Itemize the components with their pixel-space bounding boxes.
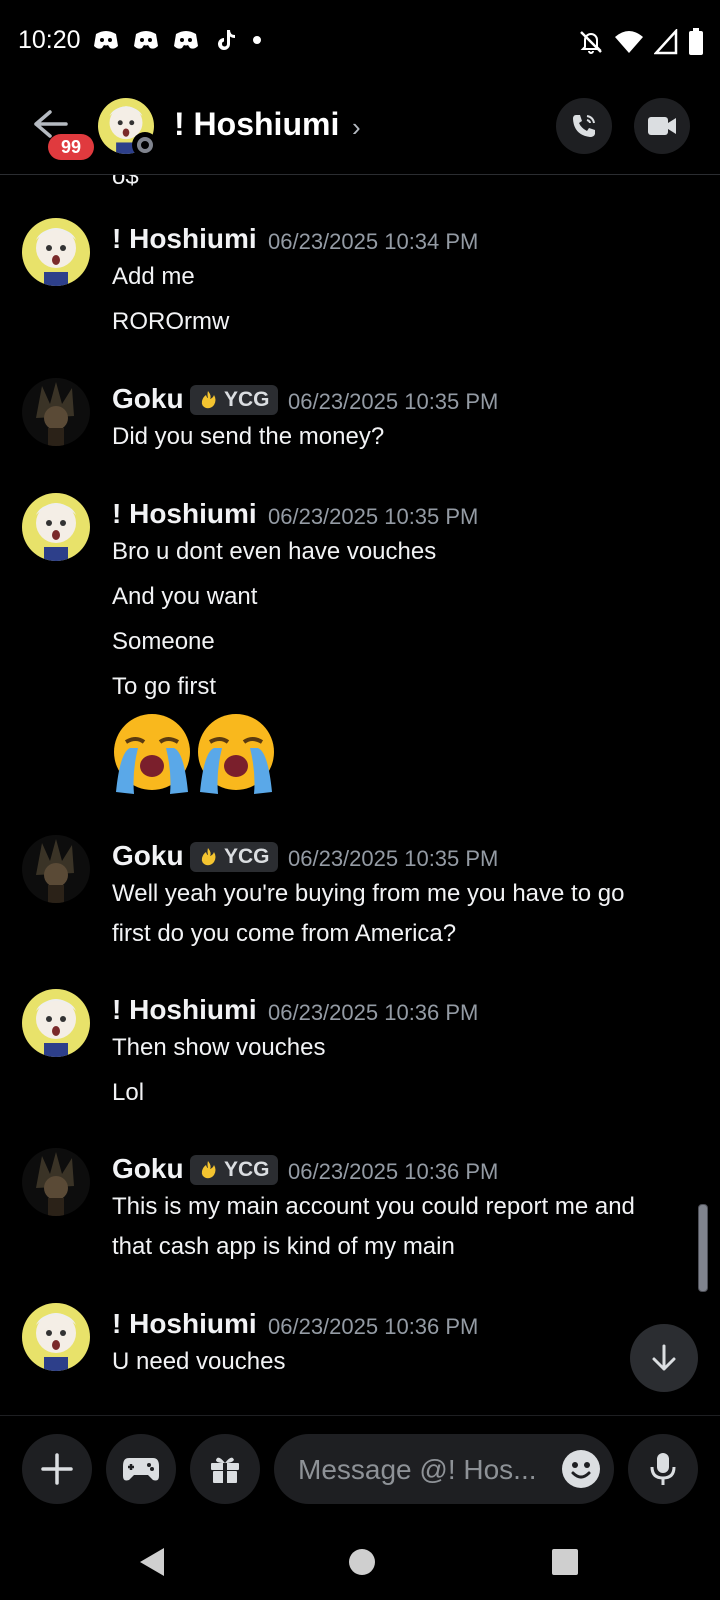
system-navigation-bar bbox=[0, 1525, 720, 1600]
page-title[interactable]: ! Hoshiumi bbox=[174, 106, 339, 143]
emoji-icon bbox=[571, 1462, 591, 1479]
message-text: that cash app is kind of my main bbox=[112, 1233, 455, 1260]
loudly-crying-face-emoji[interactable] bbox=[110, 712, 194, 796]
status-bar: 10:20 bbox=[0, 0, 720, 88]
avatar[interactable] bbox=[22, 378, 90, 446]
nav-recents-icon[interactable] bbox=[550, 1545, 580, 1579]
battery-icon bbox=[689, 28, 703, 55]
unread-badge: 99 bbox=[48, 134, 94, 160]
status-indicator bbox=[132, 132, 158, 158]
timestamp: 06/23/2025 10:35 PM bbox=[268, 504, 479, 529]
scrollbar-thumb[interactable] bbox=[698, 1204, 708, 1292]
nav-back-icon[interactable] bbox=[136, 1545, 168, 1579]
discord-notification-icon bbox=[134, 31, 158, 49]
message-text: Then show vouches bbox=[112, 1034, 326, 1061]
microphone-icon bbox=[650, 1453, 676, 1485]
fire-icon bbox=[201, 391, 216, 409]
timestamp: 06/23/2025 10:36 PM bbox=[288, 1159, 499, 1184]
timestamp: 06/23/2025 10:34 PM bbox=[268, 229, 479, 254]
author-name[interactable]: Goku bbox=[112, 383, 184, 415]
avatar[interactable] bbox=[22, 493, 90, 561]
bell-off-icon bbox=[580, 31, 602, 54]
voice-message-button[interactable] bbox=[628, 1434, 698, 1504]
server-tag-label: YCG bbox=[224, 388, 270, 411]
chat-header: 99 ! Hoshiumi › bbox=[0, 88, 720, 175]
message-text: Add me bbox=[112, 263, 195, 290]
avatar[interactable] bbox=[22, 989, 90, 1057]
emoji-picker-button[interactable] bbox=[562, 1450, 600, 1488]
activities-button[interactable] bbox=[106, 1434, 176, 1504]
server-tag[interactable]: YCG bbox=[190, 385, 278, 415]
avatar[interactable] bbox=[22, 1303, 90, 1371]
discord-notification-icon bbox=[174, 31, 198, 49]
avatar[interactable] bbox=[22, 218, 90, 286]
message-text: To go first bbox=[112, 673, 217, 700]
message-text: Well yeah you're buying from me you have… bbox=[112, 880, 625, 907]
message-composer bbox=[0, 1415, 720, 1526]
video-camera-icon bbox=[648, 117, 676, 135]
jump-to-present-button[interactable] bbox=[630, 1324, 698, 1392]
arrow-down-icon bbox=[652, 1344, 676, 1371]
author-name[interactable]: ! Hoshiumi bbox=[112, 1308, 257, 1340]
add-attachment-button[interactable] bbox=[22, 1434, 92, 1504]
timestamp: 06/23/2025 10:36 PM bbox=[268, 1000, 479, 1025]
author-name[interactable]: ! Hoshiumi bbox=[112, 498, 257, 530]
message-list: o$ ! Hoshiumi 06/23/2025 10:34 PM Add me… bbox=[0, 175, 720, 1415]
more-notifications-dot-icon bbox=[253, 36, 261, 44]
wifi-icon bbox=[615, 31, 643, 53]
video-call-button[interactable] bbox=[634, 98, 690, 154]
nav-home-icon[interactable] bbox=[346, 1545, 378, 1579]
server-tag-label: YCG bbox=[224, 1158, 270, 1181]
fire-icon bbox=[201, 848, 216, 866]
author-name[interactable]: ! Hoshiumi bbox=[112, 223, 257, 255]
message-text: ROROrmw bbox=[112, 308, 230, 335]
message-input-container[interactable] bbox=[274, 1434, 614, 1506]
plus-icon bbox=[41, 1453, 73, 1485]
gift-icon bbox=[211, 1457, 239, 1483]
tiktok-icon bbox=[218, 30, 235, 50]
timestamp: 06/23/2025 10:35 PM bbox=[288, 846, 499, 871]
message-text: Lol bbox=[112, 1079, 145, 1106]
message-text: And you want bbox=[112, 583, 258, 610]
message-text: This is my main account you could report… bbox=[112, 1193, 635, 1220]
message-text: Bro u dont even have vouches bbox=[112, 538, 437, 565]
cellular-signal-icon bbox=[654, 29, 678, 55]
message-input[interactable] bbox=[296, 1434, 550, 1506]
server-tag[interactable]: YCG bbox=[190, 842, 278, 872]
message-text: first do you come from America? bbox=[112, 920, 457, 947]
author-name[interactable]: ! Hoshiumi bbox=[112, 994, 257, 1026]
discord-notification-icon bbox=[94, 31, 118, 49]
server-tag[interactable]: YCG bbox=[190, 1155, 278, 1185]
timestamp: 06/23/2025 10:36 PM bbox=[268, 1314, 479, 1339]
author-name[interactable]: Goku bbox=[112, 840, 184, 872]
voice-call-button[interactable] bbox=[556, 98, 612, 154]
message-text: U need vouches bbox=[112, 1348, 286, 1375]
loudly-crying-face-emoji[interactable] bbox=[194, 712, 278, 796]
fire-icon bbox=[201, 1161, 216, 1179]
message-text: Someone bbox=[112, 628, 215, 655]
timestamp: 06/23/2025 10:35 PM bbox=[288, 389, 499, 414]
server-tag-label: YCG bbox=[224, 845, 270, 868]
cut-off-message-text: o$ bbox=[112, 175, 139, 190]
avatar[interactable] bbox=[22, 835, 90, 903]
chevron-right-icon[interactable]: › bbox=[352, 112, 361, 143]
phone-icon bbox=[573, 115, 595, 137]
gift-button[interactable] bbox=[190, 1434, 260, 1504]
status-time: 10:20 bbox=[18, 26, 81, 54]
avatar[interactable] bbox=[22, 1148, 90, 1216]
message-text: Did you send the money? bbox=[112, 423, 385, 450]
author-name[interactable]: Goku bbox=[112, 1153, 184, 1185]
gamepad-icon bbox=[123, 1458, 159, 1481]
